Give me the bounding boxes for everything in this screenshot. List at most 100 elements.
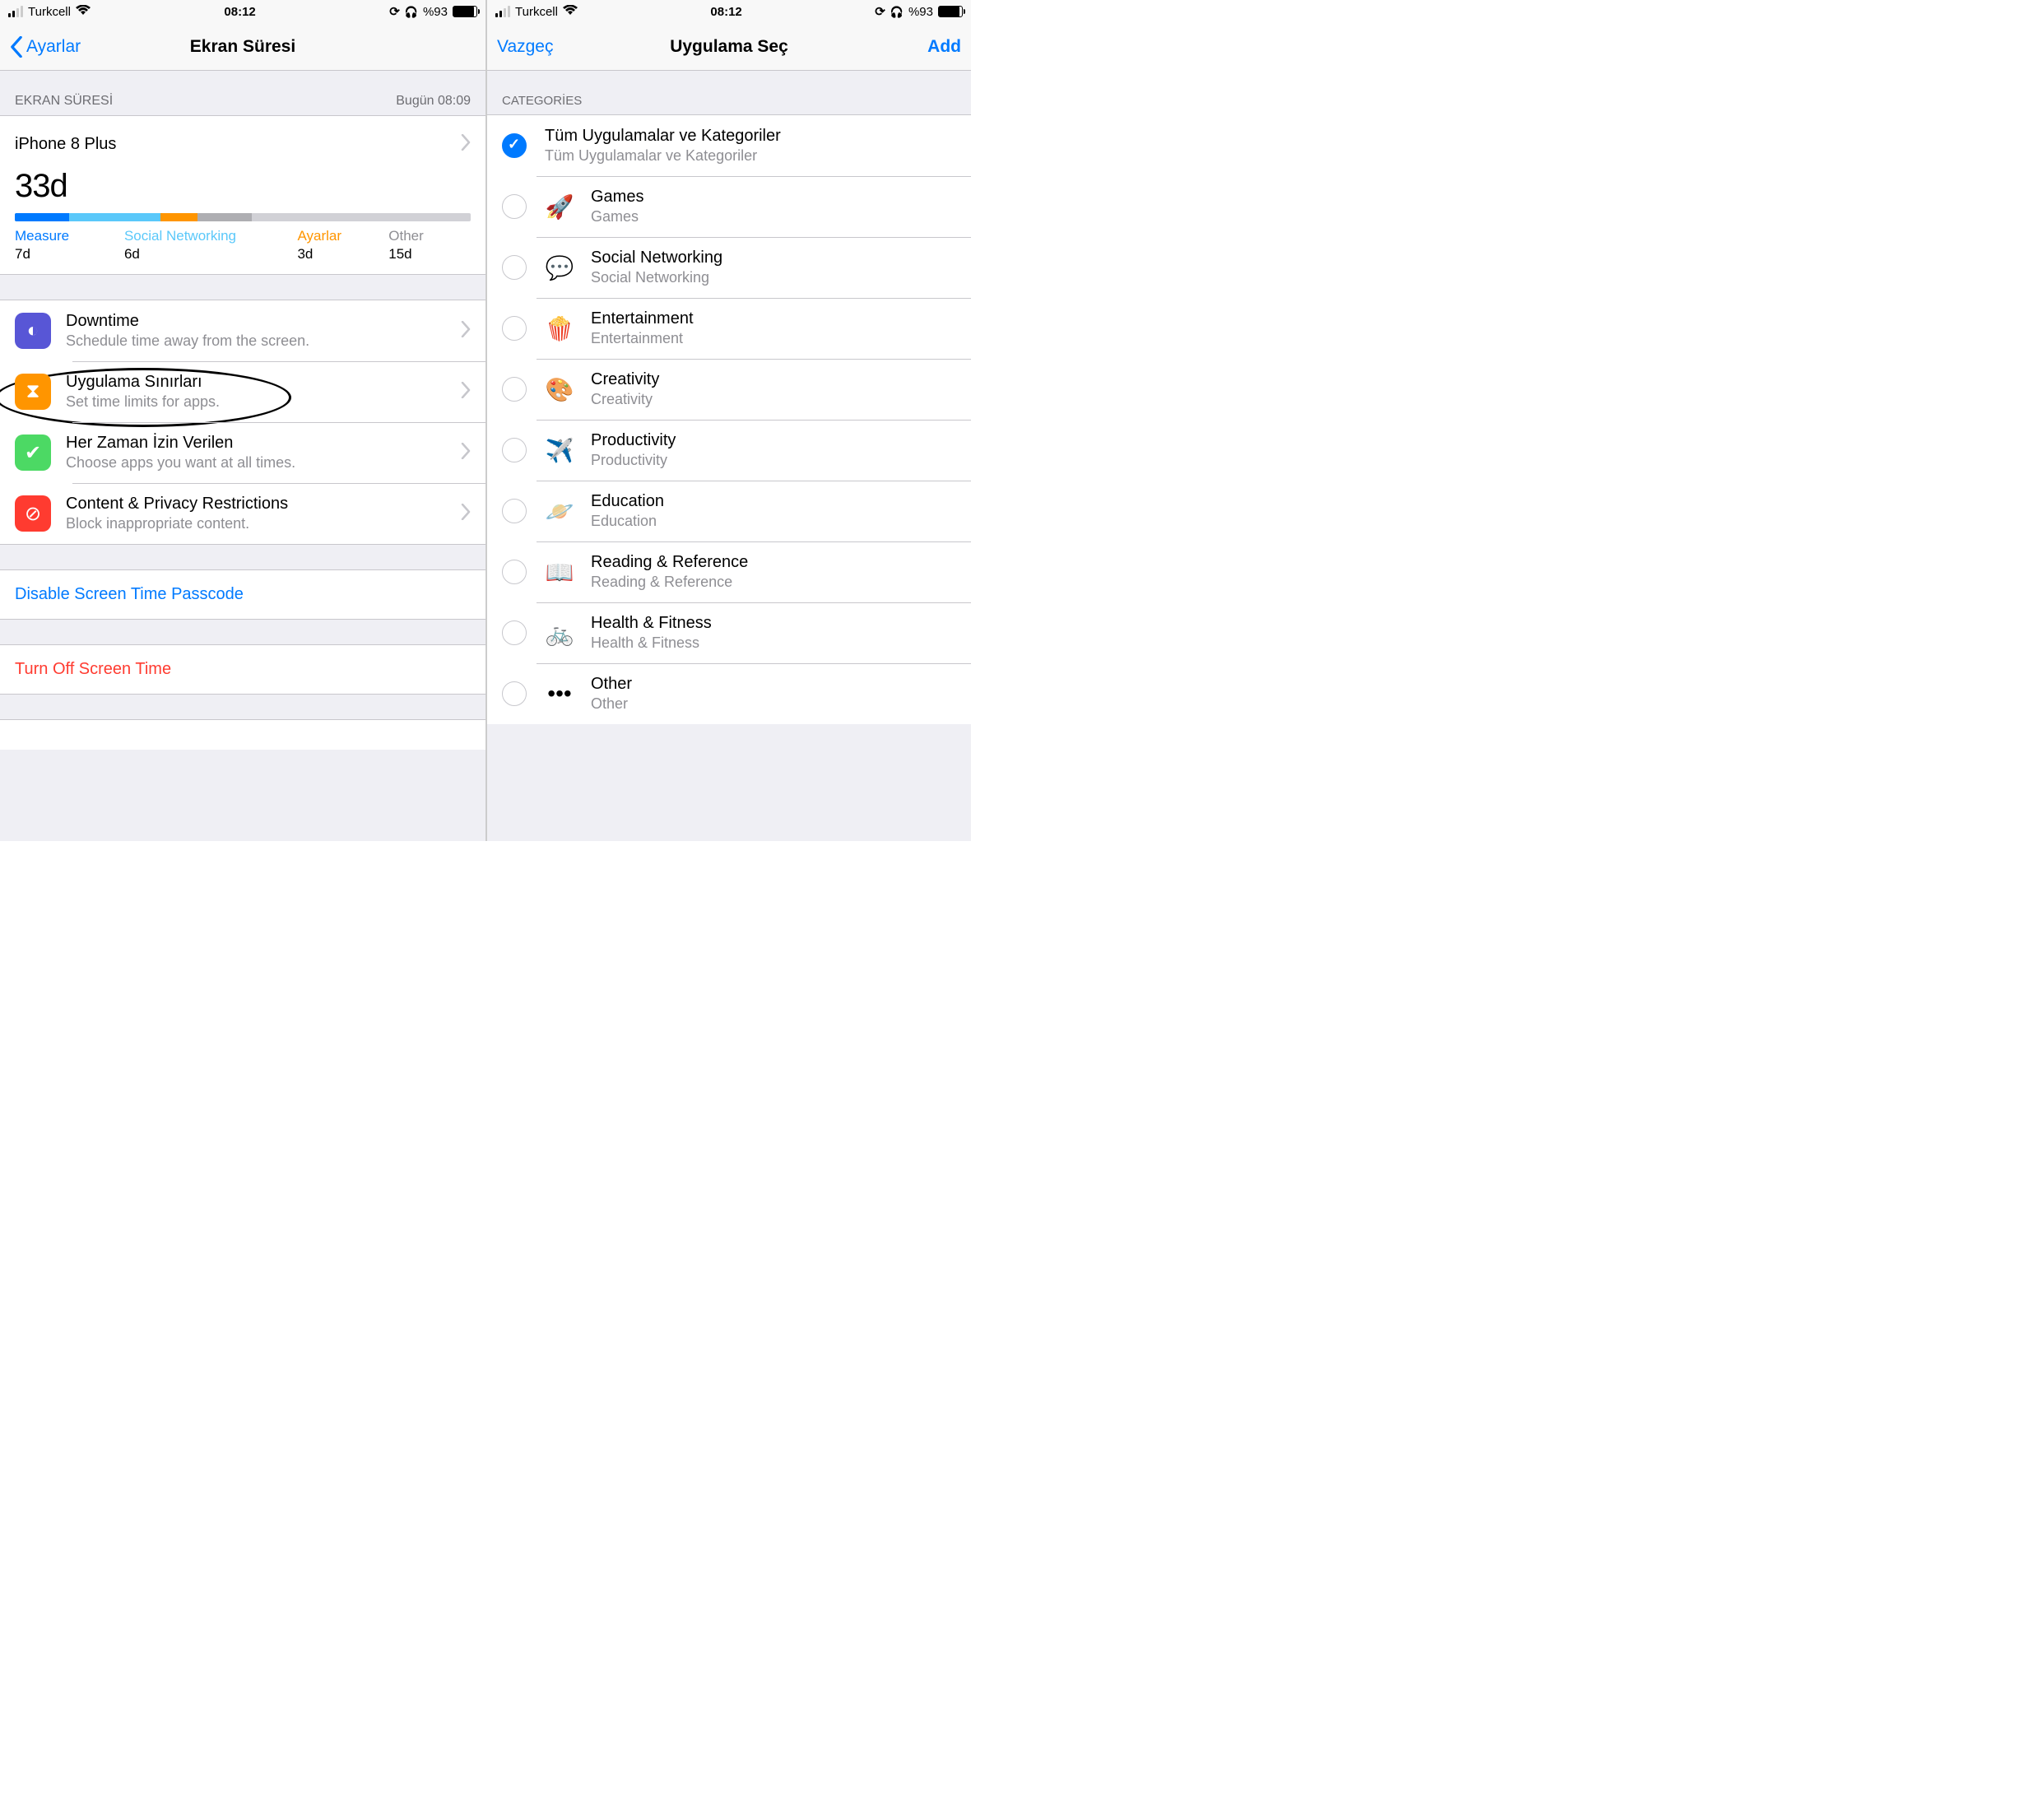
carrier-label: Turkcell: [28, 5, 71, 19]
usage-group: iPhone 8 Plus 33d Measure7dSocial Networ…: [0, 115, 485, 275]
cancel-label: Vazgeç: [497, 37, 554, 57]
wifi-icon: [76, 5, 91, 19]
category-title: Education: [591, 492, 956, 511]
radio-icon[interactable]: [502, 438, 527, 462]
category-subtitle: Other: [591, 695, 956, 713]
category-subtitle: Health & Fitness: [591, 634, 956, 652]
category-row[interactable]: 🚲Health & FitnessHealth & Fitness: [487, 602, 971, 663]
category-label: Social Networking: [124, 228, 298, 244]
clock: 08:12: [710, 5, 741, 19]
disable-passcode-link[interactable]: Disable Screen Time Passcode: [0, 569, 485, 620]
device-name: iPhone 8 Plus: [15, 135, 116, 154]
radio-icon[interactable]: [502, 377, 527, 402]
navbar: Vazgeç Uygulama Seç Add: [487, 23, 971, 71]
feature-row-uygulama-s-n-rlar-[interactable]: ⧗Uygulama SınırlarıSet time limits for a…: [0, 361, 485, 422]
add-button[interactable]: Add: [927, 37, 961, 57]
section-header-label: CATEGORİES: [502, 94, 582, 108]
category-icon: 🎨: [545, 374, 574, 404]
chevron-right-icon: [461, 504, 471, 524]
signal-icon: [8, 6, 23, 17]
radio-icon[interactable]: [502, 560, 527, 584]
chevron-right-icon: [461, 443, 471, 463]
radio-icon[interactable]: [502, 499, 527, 523]
category-title: Other: [591, 675, 956, 694]
feature-subtitle: Schedule time away from the screen.: [66, 332, 461, 350]
feature-icon: ⧗: [15, 374, 51, 410]
category-row[interactable]: 🚀GamesGames: [487, 176, 971, 237]
feature-title: Downtime: [66, 312, 461, 331]
category-value: 7d: [15, 246, 124, 263]
category-list: Tüm Uygulamalar ve KategorilerTüm Uygula…: [487, 114, 971, 724]
category-label: Ayarlar: [297, 228, 388, 244]
usage-bar: [15, 213, 471, 221]
category-column: Other 15d: [388, 228, 471, 263]
category-subtitle: Education: [591, 513, 956, 530]
category-title: Productivity: [591, 431, 956, 450]
battery-pct: %93: [423, 5, 448, 19]
category-row[interactable]: 🎨 Creativity Creativity: [487, 359, 971, 420]
signal-icon: [495, 6, 510, 17]
feature-subtitle: Set time limits for apps.: [66, 393, 461, 411]
category-row[interactable]: 📖 Reading & Reference Reading & Reference: [487, 541, 971, 602]
device-row[interactable]: iPhone 8 Plus: [15, 126, 471, 168]
feature-icon: ⊘: [15, 495, 51, 532]
category-row[interactable]: ✈️ProductivityProductivity: [487, 420, 971, 481]
nav-title: Uygulama Seç: [670, 37, 788, 57]
cancel-button[interactable]: Vazgeç: [497, 37, 554, 57]
wifi-icon: [563, 5, 578, 19]
category-row[interactable]: 🪐 Education Education: [487, 481, 971, 541]
status-bar: Turkcell 08:12 %93: [487, 0, 971, 23]
checkmark-icon[interactable]: [502, 133, 527, 158]
feature-row-downtime[interactable]: ◐ DowntimeSchedule time away from the scr…: [0, 300, 485, 361]
category-breakdown: Measure7dSocial Networking6dAyarlar3dOth…: [15, 228, 471, 263]
radio-icon[interactable]: [502, 255, 527, 280]
category-row[interactable]: 🍿EntertainmentEntertainment: [487, 298, 971, 359]
category-subtitle: Games: [591, 208, 956, 225]
feature-subtitle: Block inappropriate content.: [66, 515, 461, 532]
feature-row-her-zaman-i-zin-verilen[interactable]: ✔Her Zaman İzin VerilenChoose apps you w…: [0, 422, 485, 483]
category-icon: 🍿: [545, 314, 574, 343]
headphones-icon: [405, 5, 418, 19]
feature-icon: ◐: [15, 313, 51, 349]
usage-bar-segment: [15, 213, 69, 221]
category-icon: 📖: [545, 557, 574, 587]
chevron-right-icon: [461, 382, 471, 402]
radio-icon[interactable]: [502, 194, 527, 219]
category-value: 15d: [388, 246, 471, 263]
radio-icon[interactable]: [502, 620, 527, 645]
category-row[interactable]: Tüm Uygulamalar ve KategorilerTüm Uygula…: [487, 115, 971, 176]
category-title: Health & Fitness: [591, 614, 956, 633]
turn-off-screentime-link[interactable]: Turn Off Screen Time: [0, 644, 485, 695]
back-button[interactable]: Ayarlar: [10, 36, 81, 58]
category-icon: 🪐: [545, 496, 574, 526]
category-subtitle: Tüm Uygulamalar ve Kategoriler: [545, 147, 956, 165]
headphones-icon: [890, 5, 904, 19]
feature-subtitle: Choose apps you want at all times.: [66, 454, 461, 472]
section-timestamp: Bugün 08:09: [396, 94, 471, 109]
radio-icon[interactable]: [502, 681, 527, 706]
usage-bar-segment: [197, 213, 252, 221]
category-row[interactable]: 💬Social NetworkingSocial Networking: [487, 237, 971, 298]
feature-row-content-privacy-restrictions[interactable]: ⊘ Content & Privacy RestrictionsBlock ina…: [0, 483, 485, 544]
category-title: Reading & Reference: [591, 553, 956, 572]
screen-choose-app: Turkcell 08:12 %93 Vazgeç Uygulama Seç A…: [485, 0, 971, 841]
category-label: Other: [388, 228, 471, 244]
feature-icon: ✔: [15, 434, 51, 471]
partial-row[interactable]: [0, 719, 485, 750]
category-subtitle: Reading & Reference: [591, 574, 956, 591]
category-column: Social Networking6d: [124, 228, 298, 263]
category-title: Tüm Uygulamalar ve Kategoriler: [545, 127, 956, 146]
category-icon: ✈️: [545, 435, 574, 465]
radio-icon[interactable]: [502, 316, 527, 341]
carrier-label: Turkcell: [515, 5, 558, 19]
category-title: Creativity: [591, 370, 956, 389]
usage-bar-segment: [69, 213, 160, 221]
category-column: Ayarlar3d: [297, 228, 388, 263]
total-time: 33d: [15, 168, 471, 205]
battery-pct: %93: [908, 5, 933, 19]
battery-icon: [453, 6, 477, 17]
feature-title: Content & Privacy Restrictions: [66, 495, 461, 514]
chevron-right-icon: [461, 321, 471, 342]
category-row[interactable]: •••OtherOther: [487, 663, 971, 724]
category-subtitle: Creativity: [591, 391, 956, 408]
